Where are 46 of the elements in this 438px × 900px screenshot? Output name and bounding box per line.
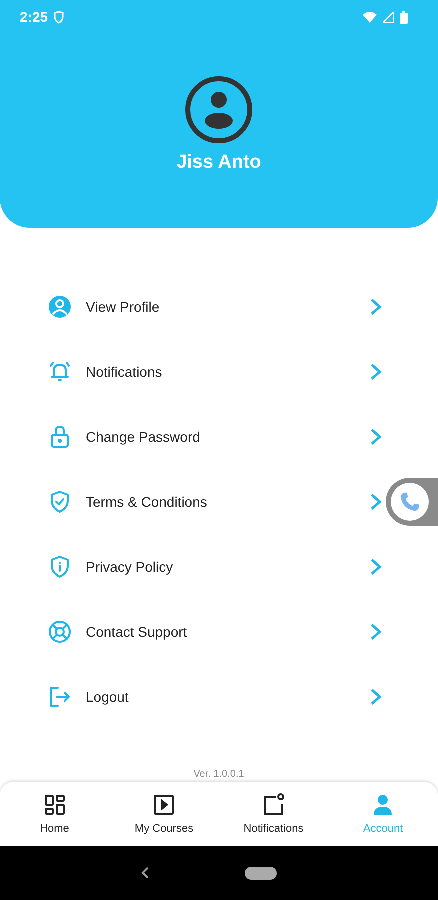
menu-item[interactable]: Terms & Conditions	[48, 476, 382, 541]
menu-label: Change Password	[86, 428, 202, 444]
menu-item[interactable]: Privacy Policy	[48, 541, 382, 606]
nav-tab[interactable]: My Courses	[110, 782, 219, 846]
avatar-icon	[185, 76, 253, 144]
nav-tab[interactable]: Notifications	[219, 782, 328, 846]
menu-item[interactable]: Change Password	[48, 411, 382, 476]
lifebuoy-icon	[48, 620, 72, 644]
signal-icon	[383, 12, 394, 22]
home-pill[interactable]	[245, 866, 277, 880]
wifi-icon	[363, 12, 377, 22]
call-button[interactable]	[386, 478, 438, 526]
chevron-right-icon	[370, 492, 382, 510]
grid-icon	[42, 793, 67, 817]
status-time: 2:25	[20, 9, 48, 25]
menu-label: Notifications	[86, 364, 164, 380]
chevron-right-icon	[370, 622, 382, 640]
lock-icon	[48, 424, 72, 448]
shield-info-icon	[48, 554, 72, 578]
shield-check-icon	[48, 490, 72, 514]
menu-item[interactable]: View Profile	[48, 281, 382, 346]
menu-item[interactable]: Contact Support	[48, 606, 382, 671]
menu-item[interactable]: Notifications	[48, 346, 382, 411]
chevron-right-icon	[370, 298, 382, 316]
back-icon[interactable]	[141, 867, 149, 879]
menu-item[interactable]: Logout	[48, 671, 382, 736]
nav-tab[interactable]: Home	[0, 782, 110, 846]
shield-icon	[54, 10, 64, 24]
chevron-right-icon	[370, 428, 382, 446]
menu-label: Contact Support	[86, 624, 188, 640]
chevron-right-icon	[370, 688, 382, 706]
play-icon	[152, 793, 176, 817]
user-name: Jiss Anto	[176, 152, 262, 174]
version-text: Ver. 1.0.0.1	[192, 769, 246, 782]
chevron-right-icon	[370, 558, 382, 576]
menu-label: Logout	[86, 688, 130, 704]
logout-icon	[48, 684, 72, 708]
chevron-right-icon	[370, 362, 382, 380]
menu-label: Privacy Policy	[86, 558, 174, 574]
phone-icon	[391, 483, 429, 521]
notification-icon	[262, 793, 286, 817]
bell-icon	[48, 360, 72, 384]
menu-label: View Profile	[86, 298, 161, 314]
profile-icon	[48, 294, 72, 318]
menu-label: Terms & Conditions	[86, 494, 208, 510]
battery-icon	[400, 10, 408, 24]
